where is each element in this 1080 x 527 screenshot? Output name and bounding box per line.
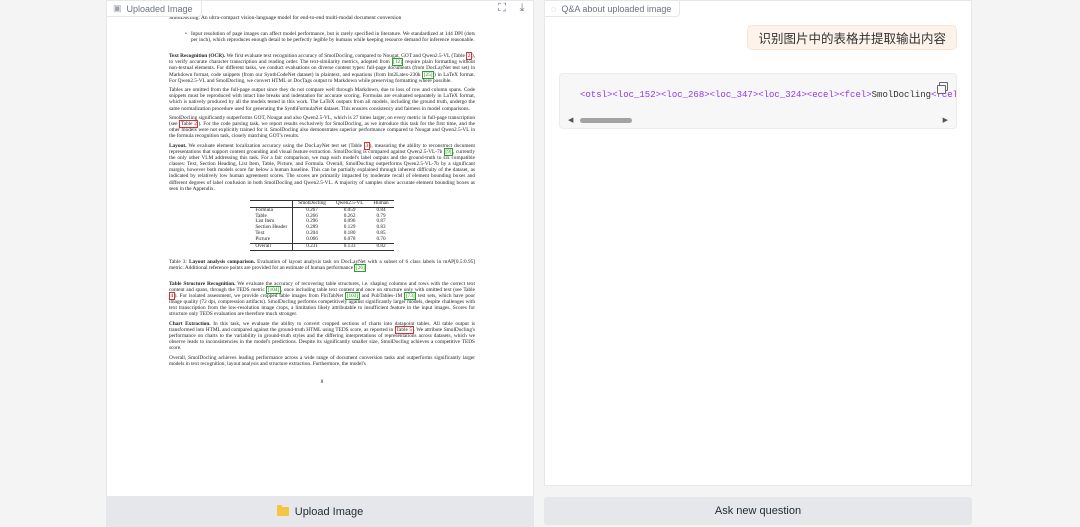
- doc-paragraph-results: SmolDocling significantly outperforms GO…: [169, 115, 475, 139]
- download-icon[interactable]: ⤓: [515, 1, 529, 15]
- code-line: <otsl><loc_152><loc_268><loc_347><loc_32…: [580, 90, 956, 100]
- doc-text: ). For the code parsing task, we report …: [169, 121, 476, 140]
- layout-analysis-table: SmolDocling Qwen2.5-VL Human Formula 0.2…: [250, 199, 394, 251]
- assistant-code-block: <otsl><loc_152><loc_268><loc_347><loc_32…: [559, 73, 957, 129]
- uploaded-image-panel: ▣ Uploaded Image ⛶ ⤓ SmolDocling: An ult…: [106, 0, 534, 527]
- document-page-image: SmolDocling: An ultra-compact vision-lan…: [169, 15, 475, 385]
- doc-text: , currently the only other VLM addressin…: [169, 149, 475, 192]
- doc-page-number: 8: [320, 378, 324, 385]
- doc-paragraph-tsr: Table Structure Recognition. We evaluate…: [169, 281, 475, 318]
- table-cell: Overall: [250, 243, 294, 251]
- horizontal-scrollbar[interactable]: ◀ ▶: [568, 116, 948, 124]
- upload-image-label: Upload Image: [294, 505, 364, 518]
- copy-icon[interactable]: [937, 82, 948, 94]
- doc-table-wrapper: SmolDocling Qwen2.5-VL Human Formula 0.2…: [169, 199, 475, 251]
- code-token: <loc_347>: [709, 90, 759, 100]
- doc-paragraph-ocr: Text Recognition (OCR). We first evaluat…: [169, 52, 475, 84]
- table-cell: 0.231: [292, 243, 331, 251]
- fullscreen-icon[interactable]: ⛶: [495, 1, 509, 15]
- table-total-row: Overall 0.231 0.133 0.82: [250, 243, 394, 251]
- upload-image-button[interactable]: Upload Image: [107, 496, 533, 526]
- chat-icon: ◌: [551, 3, 557, 14]
- doc-bullet: Input resolution of page images can affe…: [169, 31, 475, 43]
- scroll-left-arrow-icon[interactable]: ◀: [568, 116, 573, 124]
- doc-heading-tsr: Table Structure Recognition.: [169, 280, 236, 287]
- uploaded-image-label-text: Uploaded Image: [126, 3, 193, 14]
- scrollbar-thumb[interactable]: [580, 118, 632, 123]
- doc-text: , once including table text content and …: [280, 286, 476, 293]
- doc-paragraph-overall: Overall, SmolDocling achieves leading pe…: [169, 354, 475, 367]
- doc-heading-chart: Chart Extraction.: [169, 320, 211, 327]
- doc-table-caption: Table 3: Layout analysis comparison. Eva…: [169, 259, 475, 273]
- scroll-right-arrow-icon[interactable]: ▶: [943, 116, 948, 124]
- folder-icon: [276, 505, 289, 516]
- code-token: <loc_152>: [612, 90, 662, 100]
- uploaded-image-label: ▣ Uploaded Image: [107, 1, 202, 17]
- code-token: <loc_324>: [758, 90, 807, 100]
- image-icon: ▣: [113, 3, 122, 13]
- doc-text: and PubTables-1M: [361, 292, 403, 299]
- doc-paragraph-layout: Layout. We evaluate element localization…: [169, 142, 475, 192]
- doc-paragraph-tables: Tables are omitted from the full-page ou…: [169, 87, 475, 112]
- app: ▣ Uploaded Image ⛶ ⤓ SmolDocling: An ult…: [0, 0, 1080, 527]
- ask-new-question-button[interactable]: Ask new question: [544, 497, 972, 525]
- code-token: SmolDocling: [871, 90, 932, 100]
- doc-paragraph-chart: Chart Extraction. In this task, we evalu…: [169, 321, 475, 351]
- code-token: <loc_268>: [661, 90, 710, 100]
- user-message-bubble: 识别图片中的表格并提取输出内容: [747, 25, 957, 50]
- image-toolbar: ⛶ ⤓: [495, 1, 529, 15]
- code-token: <fcel>: [839, 90, 872, 100]
- doc-text: ). For isolated assessment, we provide c…: [174, 292, 344, 299]
- table-cell: 0.133: [330, 243, 369, 251]
- qa-panel-label-text: Q&A about uploaded image: [561, 3, 672, 14]
- code-token: <ecel>: [806, 90, 840, 100]
- qa-panel: ◌ Q&A about uploaded image 识别图片中的表格并提取输出…: [544, 0, 972, 486]
- qa-panel-label: ◌ Q&A about uploaded image: [545, 1, 681, 17]
- code-token: <otsl>: [580, 90, 613, 100]
- doc-citation: [26]: [354, 264, 367, 273]
- ask-new-question-label: Ask new question: [714, 505, 802, 517]
- table-cell: 0.82: [368, 243, 394, 251]
- user-message-text: 识别图片中的表格并提取输出内容: [758, 32, 946, 46]
- doc-running-header: SmolDocling: An ultra-compact vision-lan…: [169, 15, 402, 21]
